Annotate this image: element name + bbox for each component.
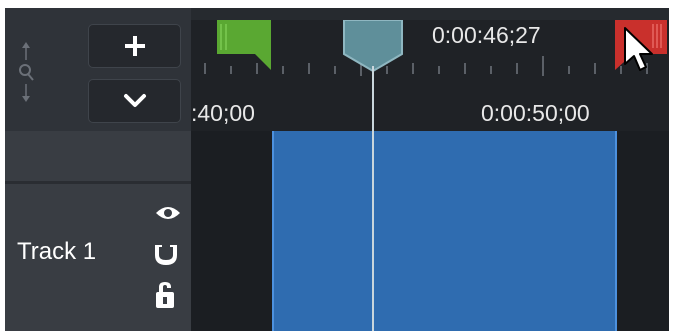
track-spacer-header <box>5 131 191 183</box>
zoom-up-arrow-icon <box>22 42 30 48</box>
plus-icon <box>124 36 145 56</box>
collapse-tracks-button[interactable] <box>88 79 181 123</box>
zoom-in-button[interactable] <box>88 24 181 68</box>
ruler-label-right: 0:00:50;00 <box>481 100 590 126</box>
current-time-display: 0:00:46;27 <box>432 22 541 48</box>
chevron-down-icon <box>123 94 146 107</box>
timeline-editor: 0:00:46;27 :40;00 0:00:50;00 Track 1 <box>0 0 673 331</box>
mouse-cursor-icon <box>624 27 653 71</box>
eye-icon[interactable] <box>154 203 182 223</box>
timeline-toolbar <box>5 8 191 131</box>
magnifier-icon <box>19 64 31 76</box>
track-name: Track 1 <box>17 238 97 265</box>
track-divider <box>5 181 191 184</box>
zoom-slider[interactable] <box>15 38 37 108</box>
playhead-line <box>372 66 374 331</box>
zoom-down-arrow-icon <box>22 96 30 102</box>
media-clip[interactable] <box>272 131 617 331</box>
in-point-marker[interactable] <box>217 20 273 72</box>
lock-icon[interactable] <box>154 280 176 310</box>
magnet-icon[interactable] <box>152 241 180 267</box>
playhead-handle[interactable] <box>342 20 404 72</box>
ruler-label-left: :40;00 <box>191 100 255 126</box>
